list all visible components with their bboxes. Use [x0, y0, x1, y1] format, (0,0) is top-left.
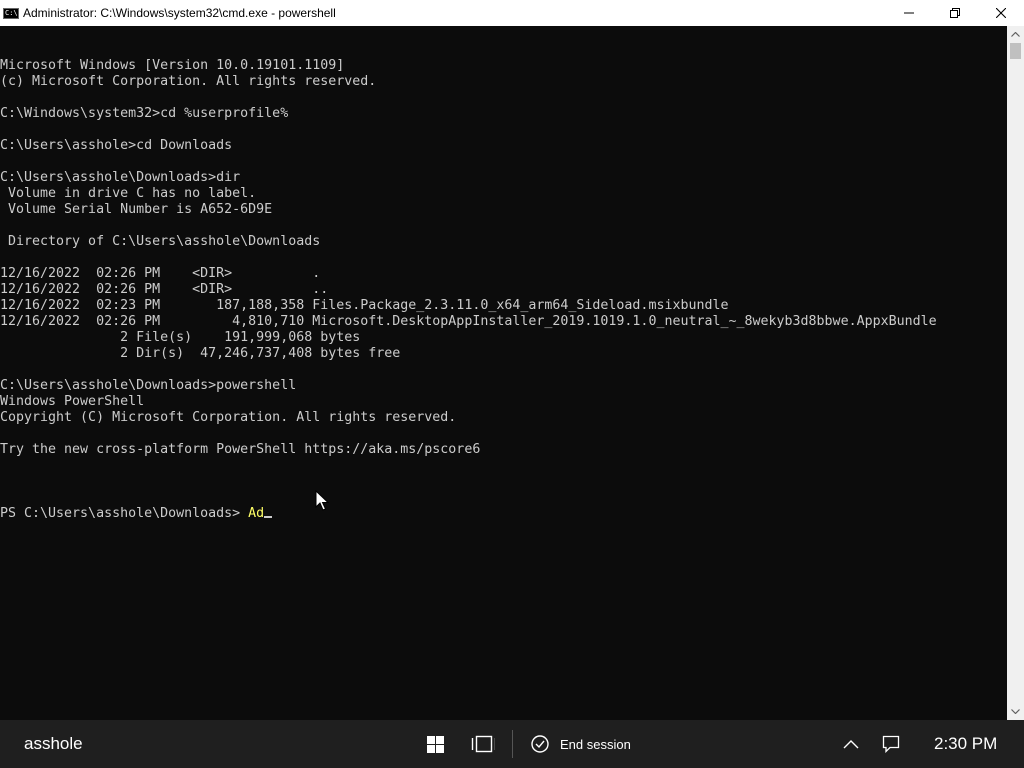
cmd-icon: C:\ — [3, 7, 19, 19]
close-icon — [996, 8, 1006, 18]
console-output[interactable]: Microsoft Windows [Version 10.0.19101.11… — [0, 26, 1007, 720]
console-line: Try the new cross-platform PowerShell ht… — [0, 442, 481, 457]
title-bar[interactable]: C:\ Administrator: C:\Windows\system32\c… — [0, 0, 1024, 26]
console-line: 12/16/2022 02:23 PM 187,188,358 Files.Pa… — [0, 298, 729, 313]
console-line: 12/16/2022 02:26 PM 4,810,710 Microsoft.… — [0, 314, 937, 329]
mouse-pointer-icon — [315, 490, 329, 511]
taskbar: asshole End session 2:30 PM — [0, 720, 1024, 768]
notification-icon[interactable] — [879, 732, 903, 756]
console-line: Windows PowerShell — [0, 394, 145, 409]
clock[interactable]: 2:30 PM — [934, 720, 997, 768]
minimize-icon — [904, 12, 914, 14]
cmd-window: C:\ Administrator: C:\Windows\system32\c… — [0, 0, 1024, 720]
cmd-icon-glyph: C:\ — [5, 8, 18, 17]
end-session-icon — [531, 735, 549, 753]
scroll-down-arrow-icon[interactable] — [1007, 703, 1024, 720]
console-line: 12/16/2022 02:26 PM <DIR> . — [0, 266, 321, 281]
chevron-up-icon[interactable] — [839, 732, 863, 756]
scroll-thumb[interactable] — [1010, 43, 1021, 59]
close-button[interactable] — [978, 0, 1024, 26]
typed-input[interactable]: Ad — [248, 506, 264, 521]
windows-start-icon[interactable] — [423, 732, 447, 756]
window-title: Administrator: C:\Windows\system32\cmd.e… — [23, 6, 336, 20]
restore-icon — [950, 8, 960, 18]
console-line: Copyright (C) Microsoft Corporation. All… — [0, 410, 457, 425]
restore-button[interactable] — [932, 0, 978, 26]
console-line: (c) Microsoft Corporation. All rights re… — [0, 74, 377, 89]
console-line: 2 Dir(s) 47,246,737,408 bytes free — [0, 346, 401, 361]
prompt-text: PS C:\Users\asshole\Downloads> — [0, 506, 249, 521]
console-line: Directory of C:\Users\asshole\Downloads — [0, 234, 321, 249]
vertical-scrollbar[interactable] — [1007, 26, 1024, 720]
end-session-label: End session — [560, 736, 631, 752]
console-lines: Microsoft Windows [Version 10.0.19101.11… — [0, 58, 1007, 474]
console-line: 12/16/2022 02:26 PM <DIR> .. — [0, 282, 329, 297]
console-line: C:\Windows\system32>cd %userprofile% — [0, 106, 289, 121]
console-line: 2 File(s) 191,999,068 bytes — [0, 330, 361, 345]
prompt-line[interactable]: PS C:\Users\asshole\Downloads> Ad — [0, 506, 1007, 522]
minimize-button[interactable] — [886, 0, 932, 26]
console-line: C:\Users\asshole>cd Downloads — [0, 138, 233, 153]
scroll-up-arrow-icon[interactable] — [1007, 26, 1024, 43]
end-session-button[interactable]: End session — [530, 720, 631, 768]
console-line: C:\Users\asshole\Downloads>powershell — [0, 378, 297, 393]
task-view-icon[interactable] — [471, 732, 495, 756]
console-line: Volume in drive C has no label. — [0, 186, 257, 201]
console-line: C:\Users\asshole\Downloads>dir — [0, 170, 241, 185]
console-line: Microsoft Windows [Version 10.0.19101.11… — [0, 58, 345, 73]
session-user: asshole — [24, 734, 83, 753]
text-cursor — [264, 516, 273, 518]
taskbar-separator — [512, 730, 513, 758]
console-line: Volume Serial Number is A652-6D9E — [0, 202, 273, 217]
